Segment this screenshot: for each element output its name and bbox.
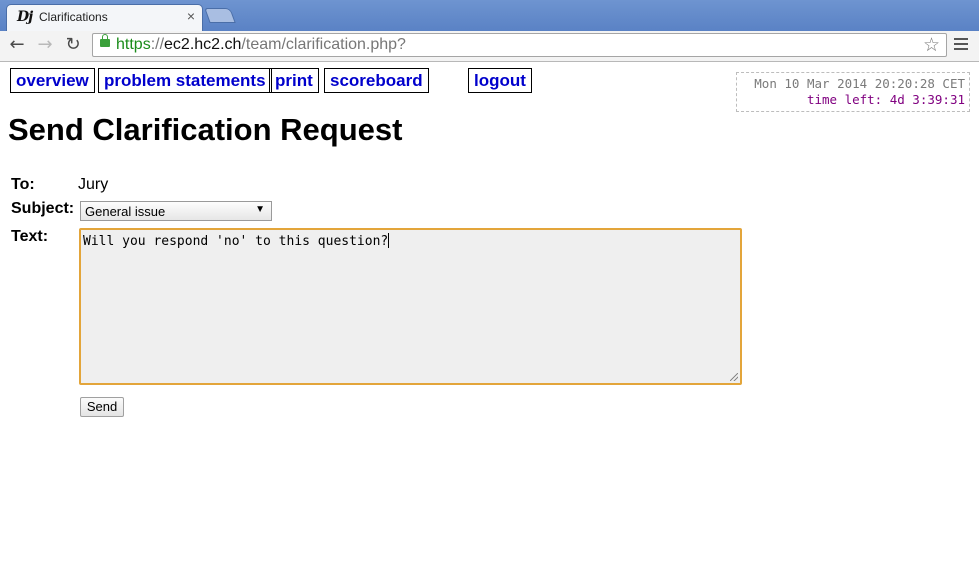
address-bar[interactable]: https://ec2.hc2.ch/team/clarification.ph… [92,33,947,57]
tab-title: Clarifications [39,10,108,24]
to-label: To: [11,176,35,193]
contest-clock: Mon 10 Mar 2014 20:20:28 CET time left: … [736,72,970,112]
clarification-text-area[interactable]: Will you respond 'no' to this question? [79,228,742,385]
to-value: Jury [78,176,109,193]
text-label: Text: [11,228,49,245]
new-tab-button[interactable] [204,8,236,23]
clarification-text-value: Will you respond 'no' to this question? [83,234,389,249]
nav-overview-link[interactable]: overview [10,68,95,93]
tab-close-icon[interactable]: × [187,8,195,24]
url-host: ec2.hc2.ch [164,36,242,53]
domjudge-favicon-icon: Dj [17,9,33,25]
lock-icon [100,34,110,47]
subject-label: Subject: [11,200,75,217]
clock-datetime: Mon 10 Mar 2014 20:20:28 CET [754,76,965,91]
text-caret [388,233,390,248]
reload-button[interactable]: ↻ [61,33,85,57]
dropdown-arrow-icon: ▼ [255,204,265,215]
send-button[interactable]: Send [80,397,124,417]
back-button[interactable]: ← [5,33,29,57]
browser-tab[interactable]: Dj Clarifications × [6,4,203,31]
browser-menu-icon[interactable] [954,38,968,53]
bookmark-star-icon[interactable]: ☆ [923,34,940,56]
tab-strip: Dj Clarifications × [0,0,979,31]
subject-select[interactable]: General issue ▼ [80,201,272,221]
browser-toolbar: ← → ↻ https://ec2.hc2.ch/team/clarificat… [0,31,979,62]
nav-print-link[interactable]: print [269,68,319,93]
nav-logout-link[interactable]: logout [468,68,532,93]
page-title: Send Clarification Request [8,112,403,147]
subject-selected-value: General issue [85,204,166,219]
clock-time-left: time left: 4d 3:39:31 [806,92,965,107]
url-path: /team/clarification.php? [241,36,406,53]
forward-button[interactable]: → [33,33,57,57]
nav-scoreboard-link[interactable]: scoreboard [324,68,429,93]
url-separator: :// [150,36,165,53]
nav-problem-statements-link[interactable]: problem statements [98,68,272,93]
url-text[interactable]: https://ec2.hc2.ch/team/clarification.ph… [116,36,406,54]
resize-grip-icon[interactable] [730,373,738,381]
url-scheme: https [116,36,151,53]
